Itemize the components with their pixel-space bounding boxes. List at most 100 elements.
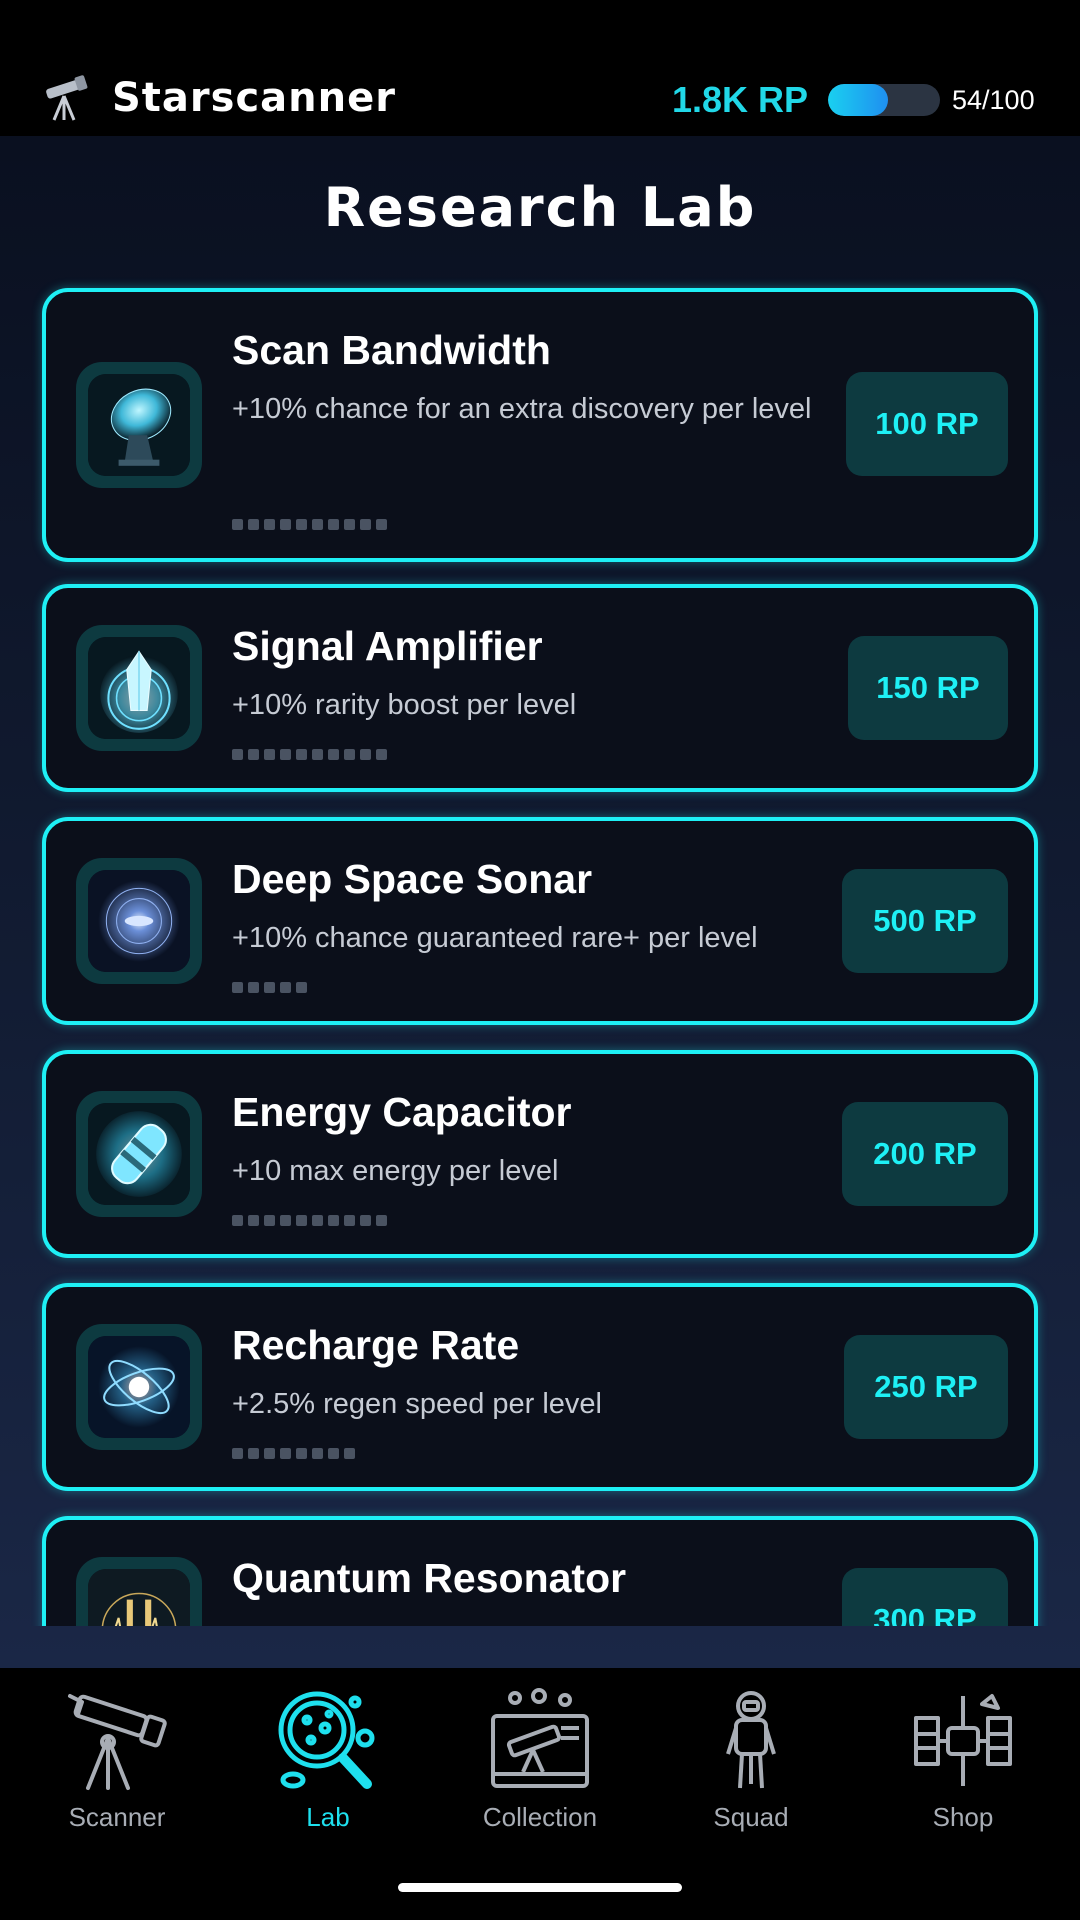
upgrade-card-scan-bandwidth: Scan Bandwidth +10% chance for an extra …	[42, 288, 1038, 562]
upgrade-card-signal-amplifier: Signal Amplifier +10% rarity boost per l…	[42, 584, 1038, 792]
buy-button[interactable]: 150 RP	[848, 636, 1008, 740]
level-dot	[248, 1215, 259, 1226]
top-bar: Starscanner 1.8K RP 54/100	[0, 0, 1080, 136]
sonar-orb-icon	[76, 858, 202, 984]
level-dot	[360, 519, 371, 530]
level-dot	[296, 1448, 307, 1459]
upgrade-list[interactable]: Scan Bandwidth +10% chance for an extra …	[0, 136, 1080, 1626]
rp-balance: 1.8K RP	[672, 79, 809, 120]
level-dot	[264, 1215, 275, 1226]
nav-item-scanner[interactable]: Scanner	[17, 1688, 217, 1833]
radar-dish-icon	[76, 362, 202, 488]
level-dots	[232, 519, 387, 530]
level-dot	[248, 1448, 259, 1459]
upgrade-card-energy-capacitor: Energy Capacitor +10 max energy per leve…	[42, 1050, 1038, 1258]
buy-button[interactable]: 300 RP	[842, 1568, 1008, 1626]
energy-bar-fill	[828, 84, 889, 116]
upgrade-title: Scan Bandwidth	[232, 327, 551, 373]
level-dot	[280, 749, 291, 760]
level-dot	[280, 1448, 291, 1459]
upgrade-title: Quantum Resonator	[232, 1555, 627, 1601]
telescope-icon	[68, 1694, 167, 1790]
upgrade-title: Energy Capacitor	[232, 1089, 572, 1135]
level-dot	[264, 982, 275, 993]
level-dot	[280, 982, 291, 993]
level-dots	[232, 1215, 387, 1226]
level-dot	[376, 519, 387, 530]
level-dot	[264, 1448, 275, 1459]
level-dots	[232, 1448, 355, 1459]
capacitor-icon	[76, 1091, 202, 1217]
nav-item-squad[interactable]: Squad	[651, 1688, 851, 1833]
level-dot	[344, 749, 355, 760]
upgrade-card-deep-space-sonar: Deep Space Sonar +10% chance guaranteed …	[42, 817, 1038, 1025]
level-dot	[280, 519, 291, 530]
level-dot	[328, 519, 339, 530]
buy-button[interactable]: 100 RP	[846, 372, 1008, 476]
level-dot	[312, 749, 323, 760]
level-dot	[232, 982, 243, 993]
energy-bar	[828, 84, 940, 116]
satellite-icon	[914, 1694, 1012, 1786]
level-dot	[312, 519, 323, 530]
buy-button[interactable]: 500 RP	[842, 869, 1008, 973]
nav-label: Lab	[306, 1802, 350, 1832]
upgrade-title: Deep Space Sonar	[232, 856, 593, 902]
magnifier-icon	[278, 1691, 375, 1789]
upgrade-title: Recharge Rate	[232, 1322, 520, 1368]
level-dot	[232, 1448, 243, 1459]
level-dot	[296, 982, 307, 993]
nav-item-lab[interactable]: Lab	[228, 1688, 428, 1833]
upgrade-description: +10% rarity boost per level	[232, 689, 577, 721]
resonator-icon	[76, 1557, 202, 1626]
bottom-nav: Scanner Lab Collection Squad Shop	[0, 1668, 1080, 1920]
nav-item-collection[interactable]: Collection	[440, 1688, 640, 1833]
level-dot	[344, 1215, 355, 1226]
upgrade-card-quantum-resonator: Quantum Resonator 300 RP	[42, 1516, 1038, 1626]
collection-icon	[491, 1688, 589, 1788]
upgrade-title: Signal Amplifier	[232, 623, 543, 669]
nav-label: Scanner	[68, 1802, 166, 1832]
level-dots	[232, 749, 387, 760]
level-dot	[232, 1215, 243, 1226]
upgrade-description: +2.5% regen speed per level	[232, 1388, 603, 1420]
crystal-icon	[76, 625, 202, 751]
upgrade-description: +10% chance for an extra discovery per l…	[232, 393, 812, 425]
nav-label: Collection	[482, 1802, 598, 1832]
level-dot	[312, 1215, 323, 1226]
atom-icon	[76, 1324, 202, 1450]
energy-text: 54/100	[952, 85, 1035, 115]
level-dots	[232, 982, 307, 993]
nav-label: Shop	[932, 1802, 994, 1832]
astronaut-icon	[726, 1691, 776, 1789]
buy-button[interactable]: 250 RP	[844, 1335, 1008, 1439]
level-dot	[296, 749, 307, 760]
level-dot	[296, 519, 307, 530]
buy-button[interactable]: 200 RP	[842, 1102, 1008, 1206]
upgrade-card-recharge-rate: Recharge Rate +2.5% regen speed per leve…	[42, 1283, 1038, 1491]
level-dot	[248, 519, 259, 530]
home-indicator[interactable]	[398, 1883, 682, 1892]
level-dot	[360, 1215, 371, 1226]
level-dot	[312, 1448, 323, 1459]
level-dot	[232, 519, 243, 530]
level-dot	[280, 1215, 291, 1226]
level-dot	[232, 749, 243, 760]
level-dot	[264, 519, 275, 530]
level-dot	[328, 1215, 339, 1226]
level-dot	[344, 519, 355, 530]
app-name: Starscanner	[112, 75, 396, 121]
level-dot	[376, 749, 387, 760]
level-dot	[376, 1215, 387, 1226]
upgrade-description: +10 max energy per level	[232, 1155, 559, 1187]
nav-item-shop[interactable]: Shop	[863, 1688, 1063, 1833]
level-dot	[248, 749, 259, 760]
level-dot	[344, 1448, 355, 1459]
level-dot	[328, 1448, 339, 1459]
level-dot	[360, 749, 371, 760]
brand: Starscanner	[40, 72, 396, 124]
upgrade-description: +10% chance guaranteed rare+ per level	[232, 922, 758, 954]
nav-label: Squad	[713, 1802, 789, 1832]
level-dot	[264, 749, 275, 760]
main-content: Research Lab Scan Bandwidth +10% chance …	[0, 136, 1080, 1668]
